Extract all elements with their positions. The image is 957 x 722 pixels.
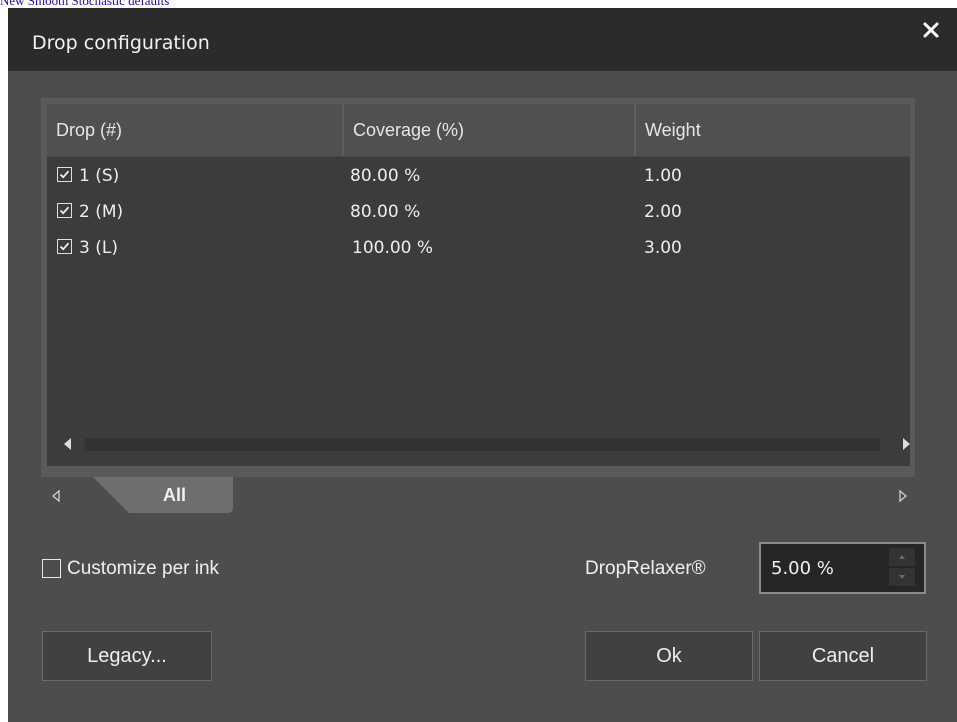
cancel-button[interactable]: Cancel: [759, 631, 927, 681]
table-row[interactable]: 3 (L) 100.00 % 3.00: [47, 230, 910, 266]
tab-scroll-right-icon[interactable]: [896, 489, 910, 503]
title-bar: Drop configuration: [8, 8, 957, 71]
row-checkbox[interactable]: [57, 239, 72, 254]
table-row[interactable]: 2 (M) 80.00 % 2.00: [47, 194, 910, 230]
spin-down-icon[interactable]: [889, 568, 915, 586]
column-header-drop[interactable]: Drop (#): [47, 104, 344, 156]
dialog-title: Drop configuration: [32, 32, 210, 54]
table-row[interactable]: 1 (S) 80.00 % 1.00: [47, 158, 910, 194]
close-icon[interactable]: [919, 18, 943, 42]
row-checkbox[interactable]: [57, 203, 72, 218]
drop-configuration-dialog: Drop configuration Drop (#) Coverage (%)…: [8, 8, 957, 722]
drop-table: Drop (#) Coverage (%) Weight 1 (S) 80.00…: [47, 104, 910, 466]
column-header-coverage[interactable]: Coverage (%): [344, 104, 636, 156]
weight-cell[interactable]: 3.00: [644, 230, 682, 266]
drop-cell: 1 (S): [79, 166, 120, 186]
tab-scroll-left-icon[interactable]: [49, 489, 63, 503]
coverage-cell[interactable]: 100.00 %: [352, 230, 433, 266]
horizontal-scrollbar[interactable]: [47, 428, 910, 460]
droprelaxer-spinbox[interactable]: [759, 542, 926, 594]
scroll-left-arrow-icon[interactable]: [59, 435, 77, 453]
drop-cell: 2 (M): [79, 202, 124, 222]
table-header: Drop (#) Coverage (%) Weight: [47, 104, 910, 157]
drop-table-frame: Drop (#) Coverage (%) Weight 1 (S) 80.00…: [41, 98, 915, 477]
ok-button[interactable]: Ok: [585, 631, 753, 681]
ink-tab-strip: All: [41, 477, 915, 517]
scroll-right-arrow-icon[interactable]: [897, 435, 915, 453]
row-checkbox[interactable]: [57, 167, 72, 182]
scroll-track[interactable]: [85, 438, 880, 451]
coverage-cell[interactable]: 80.00 %: [350, 194, 420, 230]
checkbox-box[interactable]: [42, 559, 61, 578]
drop-cell: 3 (L): [79, 238, 118, 258]
customize-per-ink-label: Customize per ink: [67, 558, 220, 579]
spin-up-icon[interactable]: [889, 548, 915, 566]
tab-all-label: All: [163, 485, 187, 505]
weight-cell[interactable]: 1.00: [644, 158, 682, 194]
legacy-button[interactable]: Legacy...: [42, 631, 212, 681]
weight-cell[interactable]: 2.00: [644, 194, 682, 230]
column-header-weight[interactable]: Weight: [636, 104, 910, 156]
droprelaxer-label: DropRelaxer®: [585, 558, 706, 579]
tab-all[interactable]: All: [93, 477, 233, 515]
page-caption: New Smooth Stochastic defaults: [0, 0, 170, 8]
coverage-cell[interactable]: 80.00 %: [350, 158, 420, 194]
droprelaxer-input[interactable]: [771, 556, 871, 580]
